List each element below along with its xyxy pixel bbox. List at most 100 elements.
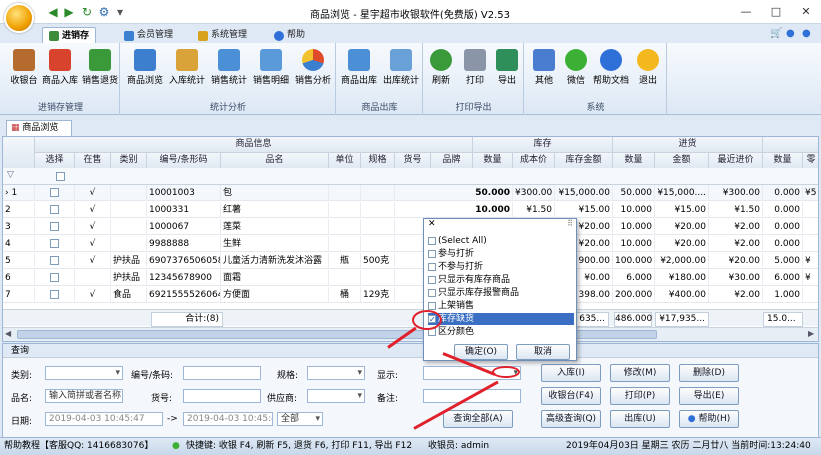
stock-out-button[interactable]: 商品出库 (339, 47, 379, 97)
sales-detail-button[interactable]: 销售明细 (251, 47, 291, 97)
supplier-select[interactable]: ▾ (307, 389, 365, 403)
select-cell[interactable] (35, 185, 75, 201)
settings-icon[interactable]: ⚙ (97, 5, 111, 19)
stock-in-stats-button[interactable]: 入库统计 (167, 47, 207, 97)
maximize-icon[interactable]: □ (766, 4, 786, 20)
date-from-picker[interactable]: 2019-04-03 10:45:47 (45, 412, 163, 426)
print-button[interactable]: 打印 (458, 47, 492, 97)
column-header[interactable]: 数量 (763, 153, 803, 169)
select-cell[interactable] (35, 219, 75, 235)
column-header[interactable]: 数量 (473, 153, 513, 169)
filter-option[interactable]: 区分颜色 (428, 326, 574, 338)
filter-option[interactable]: 参与打折 (428, 248, 574, 260)
filter-option[interactable]: (Select All) (428, 235, 574, 247)
column-header[interactable]: 最近进价 (709, 153, 763, 169)
exit-button[interactable]: 退出 (631, 47, 665, 97)
spec-select[interactable]: ▾ (307, 366, 365, 380)
row-checkbox[interactable] (50, 239, 59, 248)
column-header[interactable]: 编号/条形码 (147, 153, 221, 169)
filter-row[interactable]: ▽ (3, 168, 818, 185)
globe-icon[interactable]: ● (786, 28, 795, 39)
row-checkbox[interactable] (50, 205, 59, 214)
item-no-input[interactable] (183, 389, 261, 403)
advanced-query-button[interactable]: 高级查询(Q) (541, 410, 601, 428)
column-header[interactable]: 选择 (35, 153, 75, 169)
app-logo[interactable] (4, 3, 34, 33)
select-cell[interactable] (35, 253, 75, 269)
column-header[interactable]: 品名 (221, 153, 329, 169)
product-grid[interactable]: 商品信息 库存 进货 选择 在售 类别 编号/条形码 品名 单位 规格 货号 品牌 数量 成本价 库存… (2, 136, 819, 342)
back-icon[interactable]: ◀ (46, 5, 60, 19)
select-all-checkbox[interactable] (56, 172, 65, 181)
column-header[interactable]: 在售 (75, 153, 111, 169)
row-checkbox[interactable] (50, 222, 59, 231)
help-button[interactable]: ● 帮助(H) (679, 410, 739, 428)
name-input[interactable]: 输入简拼或者名称 (45, 389, 123, 403)
select-cell[interactable] (35, 270, 75, 286)
option-checkbox[interactable] (428, 288, 436, 297)
category-select[interactable]: ▾ (45, 366, 123, 380)
info-icon[interactable]: ● (802, 28, 811, 39)
date-range-select[interactable]: 全部 ▾ (277, 412, 323, 426)
tab-members[interactable]: 会员管理 (118, 27, 179, 44)
stock-in-button[interactable]: 商品入库 (40, 47, 80, 97)
date-to-picker[interactable]: 2019-04-03 10:45:47 (183, 412, 273, 426)
tab-inventory[interactable]: 进销存 (42, 27, 97, 44)
column-header[interactable]: 类别 (111, 153, 147, 169)
wechat-button[interactable]: 微信 (559, 47, 593, 97)
edit-button[interactable]: 修改(M) (610, 364, 670, 382)
table-row[interactable]: 7 √ 食品 6921555526064 方便面桶 129克 398.00 200.000 ¥4… (3, 287, 818, 303)
delete-button[interactable]: 删除(D) (679, 364, 739, 382)
table-row[interactable]: 4 √ 9988888 生鲜 ¥20.00 10.000 ¥20.00 ¥2.00 0.000 (3, 236, 818, 252)
query-all-button[interactable]: 查询全部(A) (443, 410, 513, 428)
table-row[interactable]: 3 √ 1000067 莲菜 ¥20.00 10.000 ¥20.00 ¥2.00 0.000 (3, 219, 818, 235)
stock-out-button[interactable]: 出库(U) (610, 410, 670, 428)
table-row[interactable]: 5 √ 护扶品 6907376506058 儿童活力清新洗发沐浴露瓶 500克 900.00… (3, 253, 818, 269)
row-checkbox[interactable] (50, 188, 59, 197)
select-cell[interactable] (35, 287, 75, 303)
filter-option[interactable]: 不参与打折 (428, 261, 574, 273)
document-tab-product-browse[interactable]: ▦ 商品浏览 (6, 120, 72, 136)
select-cell[interactable] (35, 202, 75, 218)
option-checkbox[interactable] (428, 301, 436, 310)
filter-option[interactable]: 上架销售 (428, 300, 574, 312)
scroll-left-icon[interactable]: ◀ (5, 329, 11, 338)
sales-analysis-button[interactable]: 销售分析 (293, 47, 333, 97)
column-header[interactable]: 货号 (395, 153, 431, 169)
cashier-f4-button[interactable]: 收银台(F4) (541, 387, 601, 405)
column-header[interactable]: 零 (803, 153, 818, 169)
ok-button[interactable]: 确定(O) (454, 344, 508, 360)
sales-stats-button[interactable]: 销售统计 (209, 47, 249, 97)
export-button[interactable]: 导出 (490, 47, 524, 97)
table-row[interactable]: › 1 √ 10001003 包 50.000 ¥300.00 ¥15,000.00 50.0… (3, 185, 818, 201)
refresh-icon[interactable]: ↻ (80, 5, 94, 19)
column-header[interactable]: 单位 (329, 153, 361, 169)
quick-access-dropdown-icon[interactable]: ▾ (113, 5, 127, 19)
column-header[interactable]: 规格 (361, 153, 395, 169)
column-header[interactable]: 数量 (613, 153, 655, 169)
stock-in-button[interactable]: 入库(I) (541, 364, 601, 382)
column-header[interactable]: 品牌 (431, 153, 473, 169)
code-input[interactable] (183, 366, 261, 380)
help-docs-button[interactable]: 帮助文档 (591, 47, 631, 97)
filter-option[interactable]: 只显示库存报警商品 (428, 287, 574, 299)
row-checkbox[interactable] (50, 256, 59, 265)
filter-option[interactable]: ✓ 库存缺货 (428, 313, 574, 325)
option-checkbox[interactable] (428, 249, 436, 258)
export-button[interactable]: 导出(E) (679, 387, 739, 405)
option-checkbox[interactable] (428, 262, 436, 271)
cancel-button[interactable]: 取消 (516, 344, 570, 360)
select-cell[interactable] (35, 236, 75, 252)
print-button[interactable]: 打印(P) (610, 387, 670, 405)
column-header[interactable]: 成本价 (513, 153, 555, 169)
tab-help[interactable]: 帮助 (268, 27, 311, 44)
close-icon[interactable]: ✕ (796, 4, 816, 20)
filter-option[interactable]: 只显示有库存商品 (428, 274, 574, 286)
row-checkbox[interactable] (50, 273, 59, 282)
tab-system[interactable]: 系统管理 (192, 27, 253, 44)
table-row[interactable]: 6 护扶品 12345678900 面霜 ¥0.00 6.000 ¥180.00 ¥30.00… (3, 270, 818, 286)
close-popup-icon[interactable]: ✕ (428, 219, 436, 229)
sales-return-button[interactable]: 销售退货 (80, 47, 120, 97)
forward-icon[interactable]: ▶ (62, 5, 76, 19)
table-row[interactable]: 2 √ 1000331 红薯 10.000 ¥1.50 ¥15.00 10.000 ¥15.00… (3, 202, 818, 218)
